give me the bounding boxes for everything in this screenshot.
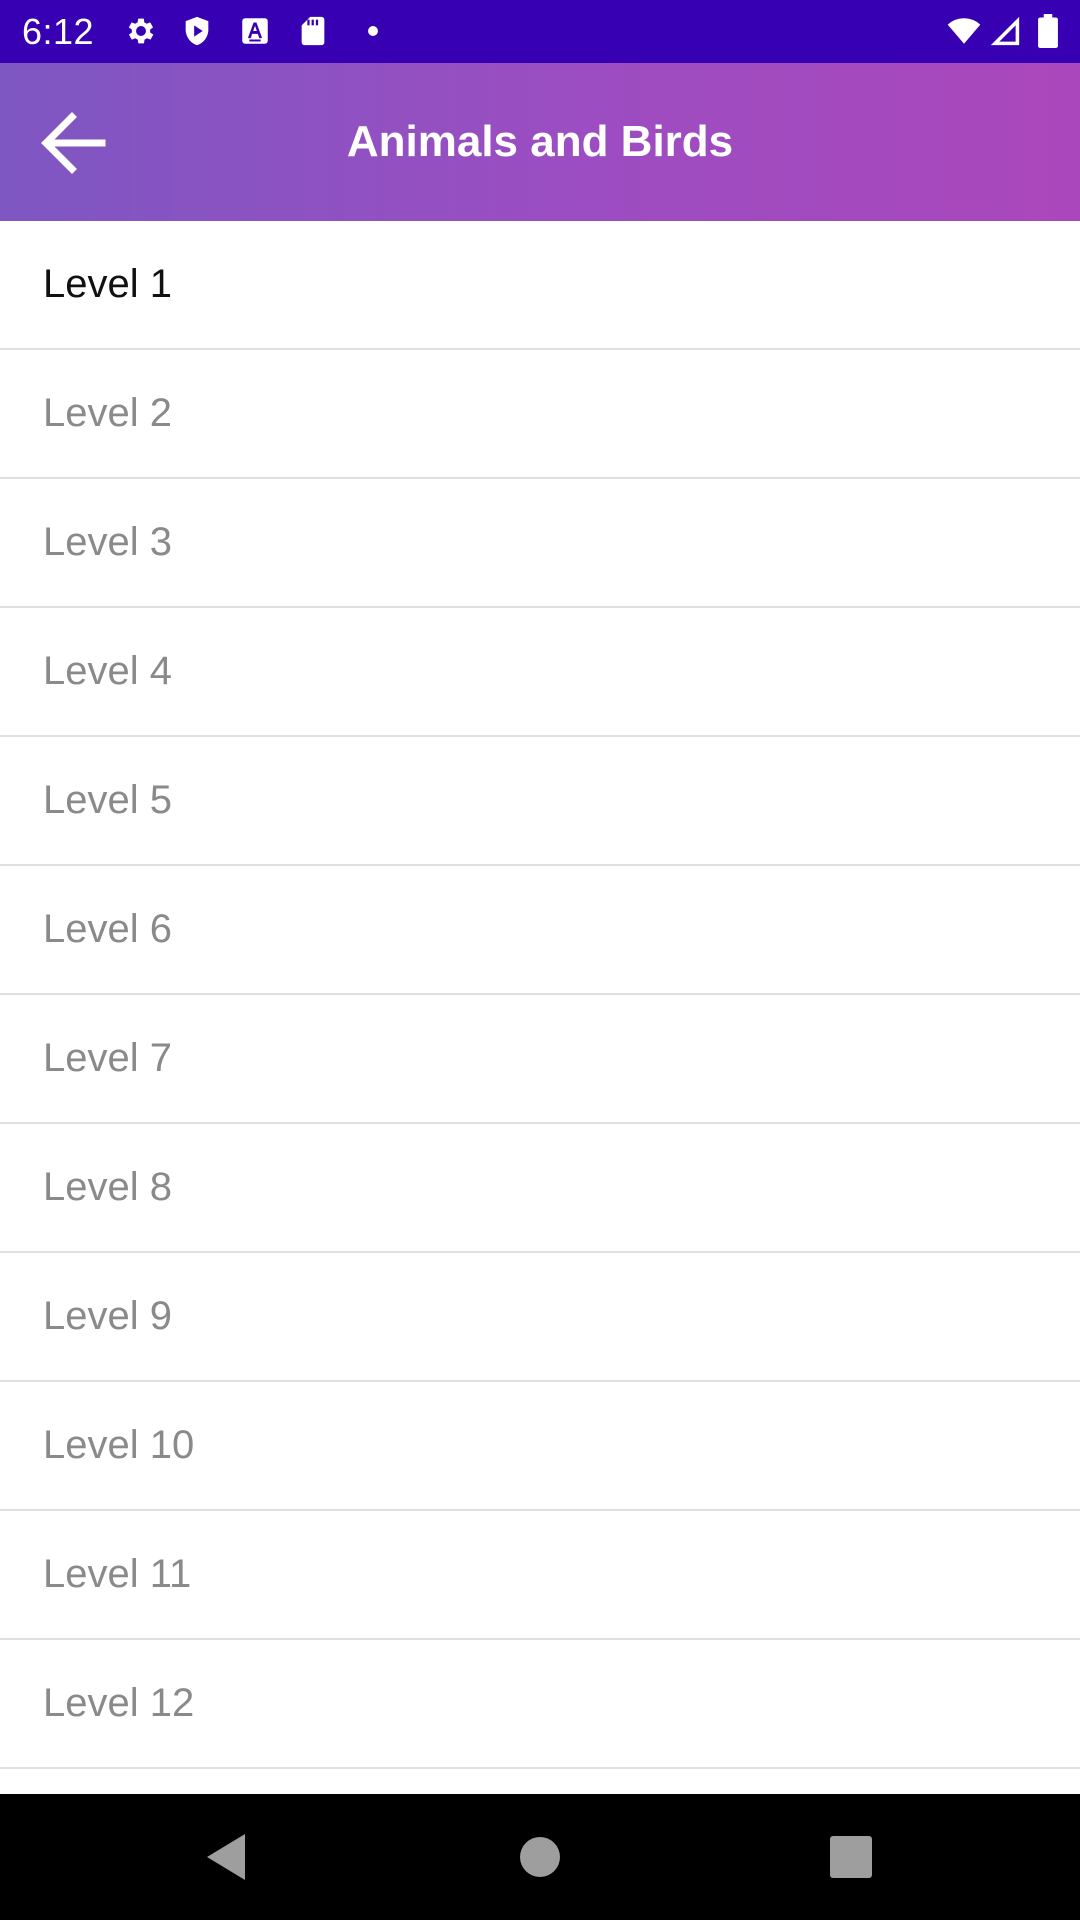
- level-label: Level 7: [43, 1036, 172, 1080]
- gear-icon: [124, 14, 158, 48]
- level-item[interactable]: Level 4: [0, 608, 1080, 737]
- level-label: Level 8: [43, 1165, 172, 1209]
- level-label: Level 4: [43, 649, 172, 693]
- level-label: Level 12: [43, 1681, 195, 1725]
- level-label: Level 3: [43, 520, 172, 564]
- level-label: Level 5: [43, 778, 172, 822]
- level-list: Level 1 Level 2 Level 3 Level 4 Level 5 Level…: [0, 221, 1080, 1794]
- level-label: Level 11: [43, 1552, 192, 1596]
- level-label: Level 2: [43, 391, 172, 435]
- level-item[interactable]: Level 2: [0, 350, 1080, 479]
- font-a-icon: [238, 14, 272, 48]
- status-time: 6:12: [22, 11, 95, 52]
- level-label: Level 9: [43, 1294, 172, 1338]
- page-title: Animals and Birds: [346, 117, 734, 166]
- level-item[interactable]: Level 3: [0, 479, 1080, 608]
- level-label: Level 6: [43, 907, 172, 951]
- back-triangle-icon: [207, 1834, 245, 1880]
- level-item[interactable]: Level 6: [0, 866, 1080, 995]
- screen: 6:12 Animals and Birds Level 1 Level 2 L…: [0, 0, 1080, 1920]
- nav-home-button[interactable]: [507, 1824, 573, 1890]
- level-item[interactable]: Level 8: [0, 1124, 1080, 1253]
- app-bar: Animals and Birds: [0, 63, 1080, 221]
- level-item[interactable]: Level 10: [0, 1382, 1080, 1511]
- level-label: Level 10: [43, 1423, 195, 1467]
- level-item[interactable]: Level 9: [0, 1253, 1080, 1382]
- nav-back-button[interactable]: [193, 1824, 259, 1890]
- level-item[interactable]: Level 7: [0, 995, 1080, 1124]
- back-button[interactable]: [30, 103, 126, 183]
- level-item[interactable]: [0, 1769, 1080, 1794]
- level-item[interactable]: Level 1: [0, 221, 1080, 350]
- cell-signal-icon: [988, 14, 1022, 48]
- nav-recents-button[interactable]: [818, 1824, 884, 1890]
- dot-icon: [356, 14, 390, 48]
- level-item[interactable]: Level 5: [0, 737, 1080, 866]
- status-bar: 6:12: [0, 0, 1080, 63]
- level-item[interactable]: Level 11: [0, 1511, 1080, 1640]
- level-label: Level 1: [43, 262, 172, 306]
- system-nav-bar: [0, 1794, 1080, 1920]
- play-shield-icon: [180, 14, 214, 48]
- battery-icon: [1036, 14, 1060, 48]
- level-item[interactable]: Level 12: [0, 1640, 1080, 1769]
- arrow-back-icon: [41, 112, 106, 174]
- recents-square-icon: [830, 1836, 872, 1878]
- home-circle-icon: [520, 1837, 560, 1877]
- wifi-icon: [944, 14, 984, 48]
- sd-card-icon: [296, 14, 330, 48]
